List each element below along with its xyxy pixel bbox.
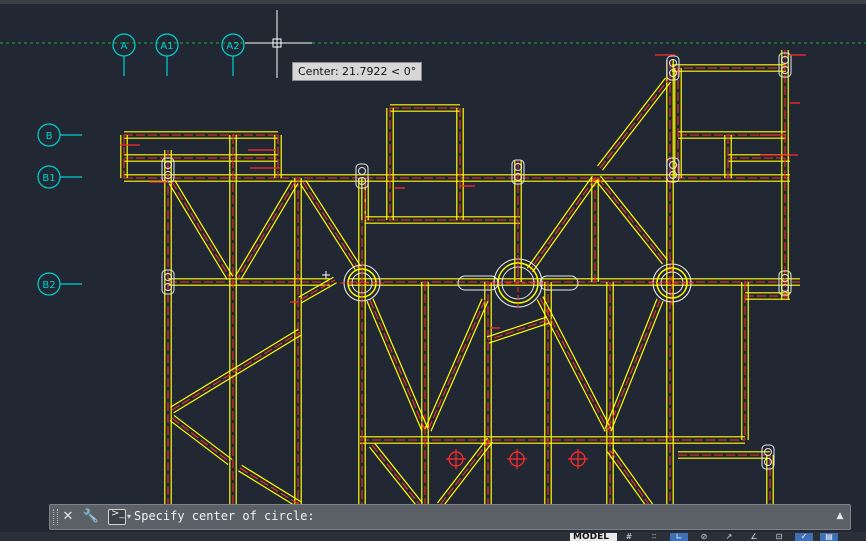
dynamic-input-tooltip: Center: 21.7922 < 0°	[292, 62, 423, 81]
steel-member	[672, 64, 786, 72]
steel-member	[234, 180, 299, 280]
steel-member	[421, 282, 429, 530]
steel-member	[169, 414, 233, 466]
steel-member	[674, 68, 682, 178]
grid-bubble-label: A2	[226, 41, 239, 52]
grid-bubble-label: B2	[42, 280, 55, 291]
drawing-canvas[interactable]: A A1 A2 B B1 B2	[0, 0, 866, 541]
steel-member	[164, 150, 172, 530]
command-line-bar[interactable]: ✕ 🔧 >_ ▾ ▲	[49, 504, 851, 530]
steel-member	[745, 292, 790, 300]
steel-member	[168, 180, 234, 280]
pipe-node	[649, 260, 695, 306]
polar-tracking-icon[interactable]: ⊘	[695, 533, 713, 541]
steel-member	[120, 135, 128, 178]
target-marker-icon	[446, 449, 466, 469]
steel-member	[386, 108, 394, 220]
steel-member	[124, 154, 278, 162]
steel-member	[536, 296, 612, 432]
ortho-mode-icon[interactable]: ∟	[670, 533, 688, 541]
grid-bubble: A	[112, 33, 136, 76]
grid-bubble: B2	[37, 272, 82, 296]
steel-member	[424, 298, 489, 432]
target-marker-icon	[568, 449, 588, 469]
steel-member	[238, 464, 302, 509]
snap-mode-icon[interactable]: ∶∶	[645, 533, 663, 541]
steel-member	[595, 175, 668, 265]
connection-plate	[539, 275, 579, 291]
steel-member	[728, 154, 790, 162]
steel-member	[274, 135, 282, 178]
steel-structure	[0, 42, 866, 530]
steel-member	[544, 282, 552, 530]
steel-member	[390, 104, 460, 112]
steel-member	[294, 178, 302, 530]
grid-display-icon[interactable]: #	[620, 533, 638, 541]
steel-member	[366, 298, 429, 432]
steel-member	[365, 216, 520, 224]
grid-bubble: B1	[37, 165, 82, 189]
steel-member	[526, 175, 599, 273]
steel-member	[678, 451, 770, 459]
steel-member	[741, 282, 749, 440]
connection-plate	[761, 444, 775, 470]
command-input[interactable]	[134, 507, 824, 525]
steel-member	[610, 436, 745, 444]
steel-member	[348, 278, 800, 286]
grid-bubble-label: A1	[160, 41, 173, 52]
connection-plate	[355, 163, 369, 189]
steel-member	[724, 135, 732, 178]
steel-member	[299, 179, 362, 271]
close-icon[interactable]: ✕	[59, 508, 77, 526]
grip-handle-icon[interactable]	[53, 509, 58, 525]
lineweight-icon[interactable]: ✓	[795, 533, 813, 541]
steel-member	[369, 442, 423, 508]
steel-member	[168, 278, 330, 286]
steel-member	[484, 282, 492, 530]
wrench-icon[interactable]: 🔧	[82, 508, 100, 526]
command-prompt-icon[interactable]: >_	[108, 508, 126, 525]
steel-member	[124, 131, 278, 139]
steel-member	[606, 282, 614, 530]
steel-member	[486, 316, 550, 344]
dropdown-caret-icon[interactable]: ▾	[127, 508, 131, 526]
grid-bubble-label: B1	[42, 173, 55, 184]
grid-bubble: B	[37, 123, 82, 147]
grid-bubble: A1	[155, 33, 179, 76]
steel-member	[456, 108, 464, 220]
grid-bubble: A2	[221, 33, 245, 76]
object-snap-tracking-icon[interactable]: ∠	[745, 533, 763, 541]
object-snap-icon[interactable]: ⊡	[770, 533, 788, 541]
grid-bubble-label: B	[46, 131, 53, 142]
steel-member	[229, 135, 237, 530]
isodraft-icon[interactable]: ↗	[720, 533, 738, 541]
target-marker-icon	[507, 449, 527, 469]
grid-bubble-label: A	[121, 41, 128, 52]
chevron-up-icon[interactable]: ▲	[834, 509, 846, 523]
steel-member	[596, 77, 672, 171]
steel-member	[591, 178, 599, 282]
steel-member	[358, 178, 366, 530]
steel-member	[298, 276, 337, 304]
transparency-icon[interactable]: ▤	[820, 533, 838, 541]
model-tab[interactable]: MODEL	[570, 533, 617, 541]
